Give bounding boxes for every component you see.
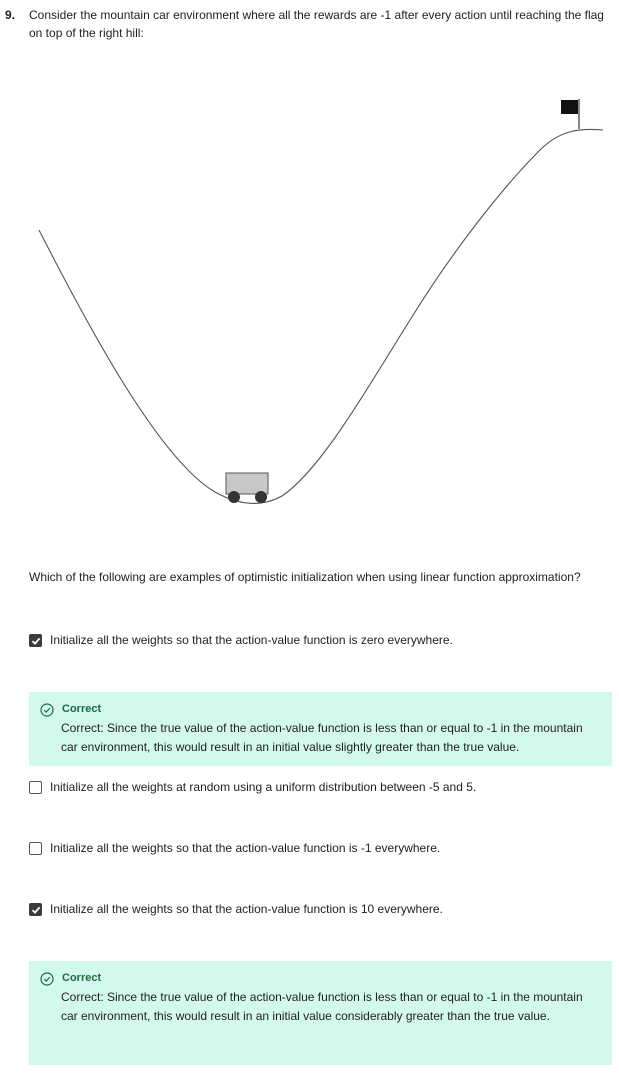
option-zero-everywhere[interactable]: Initialize all the weights so that the a…: [29, 632, 613, 649]
cart-icon: [225, 472, 269, 503]
checkbox-unchecked[interactable]: [29, 781, 42, 794]
option-label: Initialize all the weights so that the a…: [50, 841, 441, 855]
mountain-curve: [38, 128, 604, 505]
check-circle-icon: [40, 971, 54, 986]
question-prompt: Which of the following are examples of o…: [29, 570, 581, 584]
checkmark-icon: [31, 906, 40, 914]
option-minus-one-everywhere[interactable]: Initialize all the weights so that the a…: [29, 840, 613, 857]
feedback-correct: Correct Correct: Since the true value of…: [29, 692, 612, 766]
checkmark-icon: [31, 637, 40, 645]
feedback-correct: Correct Correct: Since the true value of…: [29, 961, 612, 1065]
checkbox-checked[interactable]: [29, 634, 42, 647]
option-random-uniform[interactable]: Initialize all the weights at random usi…: [29, 779, 613, 796]
option-label: Initialize all the weights at random usi…: [50, 780, 477, 794]
feedback-title: Correct: [62, 972, 102, 984]
feedback-title: Correct: [62, 703, 102, 715]
feedback-text: Correct: Since the true value of the act…: [61, 721, 583, 754]
feedback-text: Correct: Since the true value of the act…: [61, 990, 583, 1023]
option-label: Initialize all the weights so that the a…: [50, 633, 453, 647]
flag-icon: [561, 99, 580, 129]
checkbox-unchecked[interactable]: [29, 842, 42, 855]
mountain-car-figure: [38, 99, 604, 505]
check-circle-icon: [40, 702, 54, 717]
option-label: Initialize all the weights so that the a…: [50, 902, 443, 916]
option-ten-everywhere[interactable]: Initialize all the weights so that the a…: [29, 901, 613, 918]
checkbox-checked[interactable]: [29, 903, 42, 916]
